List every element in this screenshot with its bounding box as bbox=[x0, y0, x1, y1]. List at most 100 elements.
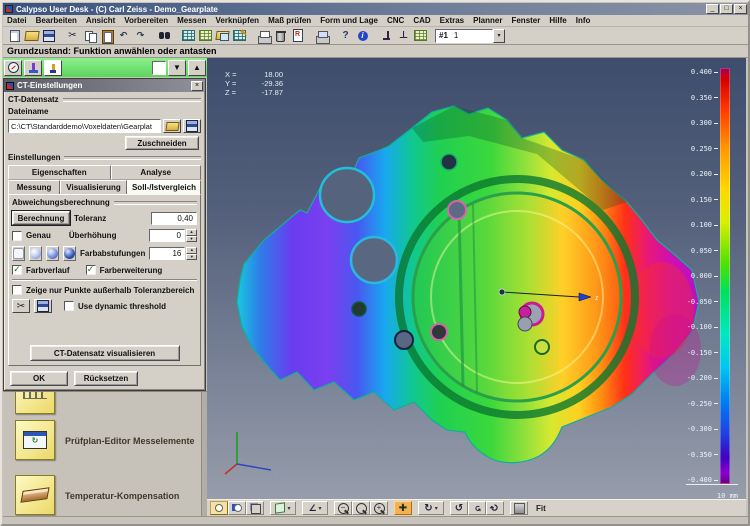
cut-button[interactable] bbox=[64, 28, 81, 43]
menu-item[interactable]: Fenster bbox=[511, 16, 540, 25]
sphere-style-medium-button[interactable] bbox=[46, 246, 59, 261]
ok-button[interactable]: OK bbox=[10, 371, 68, 386]
crop-points-button[interactable] bbox=[12, 299, 30, 313]
dialog-close-icon[interactable]: × bbox=[191, 81, 203, 91]
browse-folder-button[interactable] bbox=[163, 119, 181, 133]
zoom-out-button[interactable] bbox=[334, 501, 352, 515]
open-folder-button[interactable] bbox=[23, 28, 40, 43]
maximize-button[interactable]: □ bbox=[720, 4, 733, 14]
info-button[interactable] bbox=[354, 28, 371, 43]
rotate-y-button[interactable] bbox=[468, 501, 486, 515]
color-steps-spinner[interactable]: 16 ▲▼ bbox=[149, 247, 197, 260]
print-button[interactable] bbox=[255, 28, 272, 43]
rotate-z-button[interactable] bbox=[486, 501, 504, 515]
menu-item[interactable]: Extras bbox=[440, 16, 464, 25]
menu-item[interactable]: Maß prüfen bbox=[268, 16, 311, 25]
rotate-mode-button[interactable] bbox=[418, 501, 444, 515]
menu-item[interactable]: Info bbox=[576, 16, 591, 25]
save-points-button[interactable] bbox=[34, 299, 52, 313]
copy-button[interactable] bbox=[81, 28, 98, 43]
sphere-style-light-button[interactable] bbox=[29, 246, 42, 261]
probe-change-button[interactable] bbox=[395, 28, 412, 43]
sphere-style-flat-button[interactable] bbox=[12, 246, 25, 261]
save-file-button[interactable] bbox=[183, 119, 201, 133]
sphere-style-dark-button[interactable] bbox=[63, 246, 76, 261]
help-button[interactable] bbox=[337, 28, 354, 43]
gradient-checkbox[interactable] bbox=[12, 265, 22, 275]
zoom-window-button[interactable] bbox=[352, 501, 370, 515]
dark-sphere-icon bbox=[64, 248, 75, 259]
app-icon bbox=[5, 5, 13, 13]
probe-selector-arrow-icon[interactable]: ▾ bbox=[493, 29, 505, 43]
paste-button[interactable] bbox=[98, 28, 115, 43]
menu-item[interactable]: Form und Lage bbox=[320, 16, 378, 25]
tab-soll-istvergleich[interactable]: Soll-/Istvergleich bbox=[127, 180, 201, 195]
zoom-in-button[interactable] bbox=[370, 501, 388, 515]
visualize-ct-button[interactable]: CT-Datensatz visualisieren bbox=[30, 345, 180, 361]
pan-button[interactable] bbox=[394, 501, 412, 515]
tab-analyse[interactable]: Analyse bbox=[111, 165, 201, 180]
exaggeration-spinner[interactable]: 0 ▲▼ bbox=[149, 229, 197, 242]
minimize-button[interactable]: _ bbox=[706, 4, 719, 14]
feature-table-button[interactable] bbox=[180, 28, 197, 43]
save-button[interactable] bbox=[40, 28, 57, 43]
probe-quick-button[interactable] bbox=[44, 60, 62, 76]
report-doc-button[interactable] bbox=[289, 28, 306, 43]
close-button[interactable]: × bbox=[734, 4, 747, 14]
filename-input[interactable] bbox=[8, 119, 161, 133]
dynamic-threshold-checkbox[interactable] bbox=[64, 301, 74, 311]
point-mode-button[interactable] bbox=[210, 501, 228, 515]
tolerance-field[interactable]: 0,40 bbox=[151, 212, 197, 225]
plan-folder-button[interactable] bbox=[214, 28, 231, 43]
feature-mode-button[interactable] bbox=[228, 501, 246, 515]
cmm-button[interactable] bbox=[24, 60, 42, 76]
probe-selector-value: 1 bbox=[454, 31, 458, 40]
exact-checkbox[interactable] bbox=[12, 231, 22, 241]
tab-visualisierung[interactable]: Visualisierung bbox=[60, 180, 127, 195]
calculate-button[interactable]: Berechnung bbox=[12, 211, 70, 225]
menu-item[interactable]: Messen bbox=[177, 16, 206, 25]
menu-item[interactable]: CAD bbox=[413, 16, 430, 25]
spin-down-icon[interactable]: ▼ bbox=[186, 254, 197, 261]
menu-item[interactable]: Verknüpfen bbox=[216, 16, 260, 25]
report-grid-button[interactable] bbox=[412, 28, 429, 43]
menu-item[interactable]: Ansicht bbox=[86, 16, 115, 25]
probe-toolbar-button[interactable] bbox=[378, 28, 395, 43]
view-orientation-button[interactable] bbox=[270, 501, 296, 515]
menu-item[interactable]: Planner bbox=[473, 16, 502, 25]
render-mode-button[interactable] bbox=[510, 501, 528, 515]
menu-item[interactable]: Datei bbox=[7, 16, 27, 25]
outside-tolerance-checkbox[interactable] bbox=[12, 285, 22, 295]
menu-item[interactable]: Vorbereiten bbox=[124, 16, 168, 25]
reset-button[interactable]: Rücksetzen bbox=[74, 371, 138, 386]
probe-up-button[interactable] bbox=[188, 60, 206, 76]
menu-item[interactable]: Bearbeiten bbox=[36, 16, 77, 25]
undo-button[interactable] bbox=[115, 28, 132, 43]
print-report-button[interactable] bbox=[313, 28, 330, 43]
extension-checkbox[interactable] bbox=[86, 265, 96, 275]
speed-field[interactable] bbox=[152, 61, 166, 75]
tab-messung[interactable]: Messung bbox=[8, 180, 60, 195]
sidebar-item-plan-editor[interactable] bbox=[15, 420, 55, 460]
delete-button[interactable] bbox=[272, 28, 289, 43]
sidebar-item-tool[interactable] bbox=[15, 391, 55, 414]
gauge-button[interactable] bbox=[4, 60, 22, 76]
spin-down-icon[interactable]: ▼ bbox=[186, 236, 197, 243]
probe-down-button[interactable] bbox=[168, 60, 186, 76]
cube-mode-button[interactable] bbox=[246, 501, 264, 515]
find-button[interactable] bbox=[156, 28, 173, 43]
new-document-button[interactable] bbox=[6, 28, 23, 43]
crop-button[interactable]: Zuschneiden bbox=[125, 136, 199, 150]
dialog-title-bar[interactable]: CT-Einstellungen × bbox=[4, 79, 205, 92]
sidebar-item-temperature[interactable] bbox=[15, 475, 55, 515]
table-edit-button[interactable] bbox=[231, 28, 248, 43]
menu-item[interactable]: Hilfe bbox=[549, 16, 566, 25]
axis-view-button[interactable] bbox=[302, 501, 328, 515]
menu-item[interactable]: CNC bbox=[387, 16, 404, 25]
viewport-3d[interactable]: X =18.00 Y =-29.36 Z =-17.87 bbox=[207, 58, 746, 516]
tab-eigenschaften[interactable]: Eigenschaften bbox=[8, 165, 111, 180]
probe-selector[interactable]: #1 1 ▾ bbox=[435, 29, 505, 43]
rotate-x-button[interactable] bbox=[450, 501, 468, 515]
report-table-button[interactable] bbox=[197, 28, 214, 43]
redo-button[interactable] bbox=[132, 28, 149, 43]
